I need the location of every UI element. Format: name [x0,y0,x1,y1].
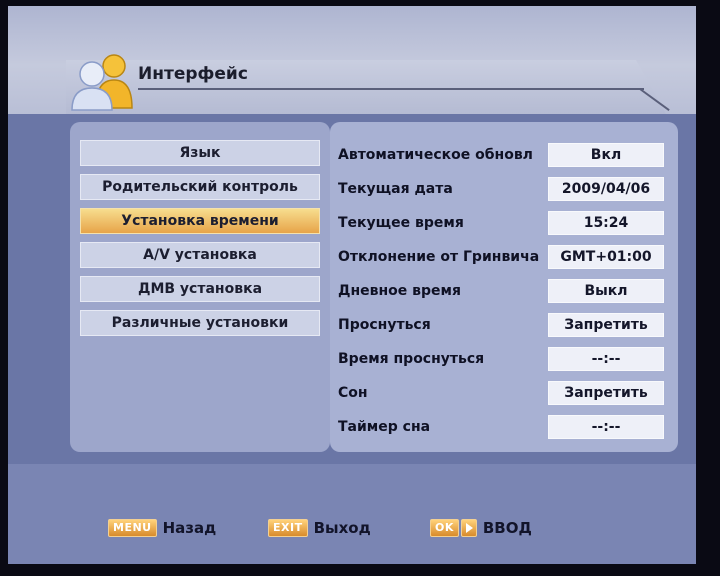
users-icon [71,54,133,111]
setting-value-wake-up-time[interactable]: --:-- [548,347,664,371]
setting-label-wake-up: Проснуться [338,317,431,333]
setting-label-current-date: Текущая дата [338,181,453,197]
setting-label-wake-up-time: Время проснуться [338,351,485,367]
ok-key-icon: OK [430,519,459,537]
help-enter[interactable]: OK ВВОД [430,516,532,540]
page-title: Интерфейс [138,64,248,84]
help-back-label: Назад [162,519,217,537]
setting-value-sleep[interactable]: Запретить [548,381,664,405]
screen: Интерфейс Язык Родительский контроль Уст… [8,6,696,564]
help-enter-label: ВВОД [482,519,532,537]
exit-key-icon: EXIT [268,519,308,537]
menu-item-parental-control[interactable]: Родительский контроль [80,174,320,200]
help-back[interactable]: MENU Назад [108,516,216,540]
setting-label-sleep-timer: Таймер сна [338,419,431,435]
header-divider [138,88,644,90]
setting-label-current-time: Текущее время [338,215,464,231]
setting-value-wake-up[interactable]: Запретить [548,313,664,337]
menu-key-icon: MENU [108,519,157,537]
menu-panel: Язык Родительский контроль Установка вре… [70,122,330,452]
menu-item-language[interactable]: Язык [80,140,320,166]
setting-value-sleep-timer[interactable]: --:-- [548,415,664,439]
footer-help-bar: MENU Назад EXIT Выход OK ВВОД [8,464,696,564]
setting-label-auto-update: Автоматическое обновл [338,147,533,163]
settings-panel: Автоматическое обновл Вкл Текущая дата 2… [330,122,678,452]
play-arrow-icon [460,519,477,537]
setting-value-auto-update[interactable]: Вкл [548,143,664,167]
setting-label-gmt-offset: Отклонение от Гринвича [338,249,540,265]
setting-value-current-time[interactable]: 15:24 [548,211,664,235]
header-bar: Интерфейс [8,6,696,114]
setting-label-daylight-time: Дневное время [338,283,461,299]
help-exit-label: Выход [313,519,371,537]
help-exit[interactable]: EXIT Выход [268,516,371,540]
setting-value-current-date[interactable]: 2009/04/06 [548,177,664,201]
setting-label-sleep: Сон [338,385,368,401]
menu-item-misc-setup[interactable]: Различные установки [80,310,320,336]
menu-item-av-setup[interactable]: A/V установка [80,242,320,268]
setting-value-daylight-time[interactable]: Выкл [548,279,664,303]
menu-item-time-setup[interactable]: Установка времени [80,208,320,234]
menu-item-uhf-setup[interactable]: ДМВ установка [80,276,320,302]
setting-value-gmt-offset[interactable]: GMT+01:00 [548,245,664,269]
